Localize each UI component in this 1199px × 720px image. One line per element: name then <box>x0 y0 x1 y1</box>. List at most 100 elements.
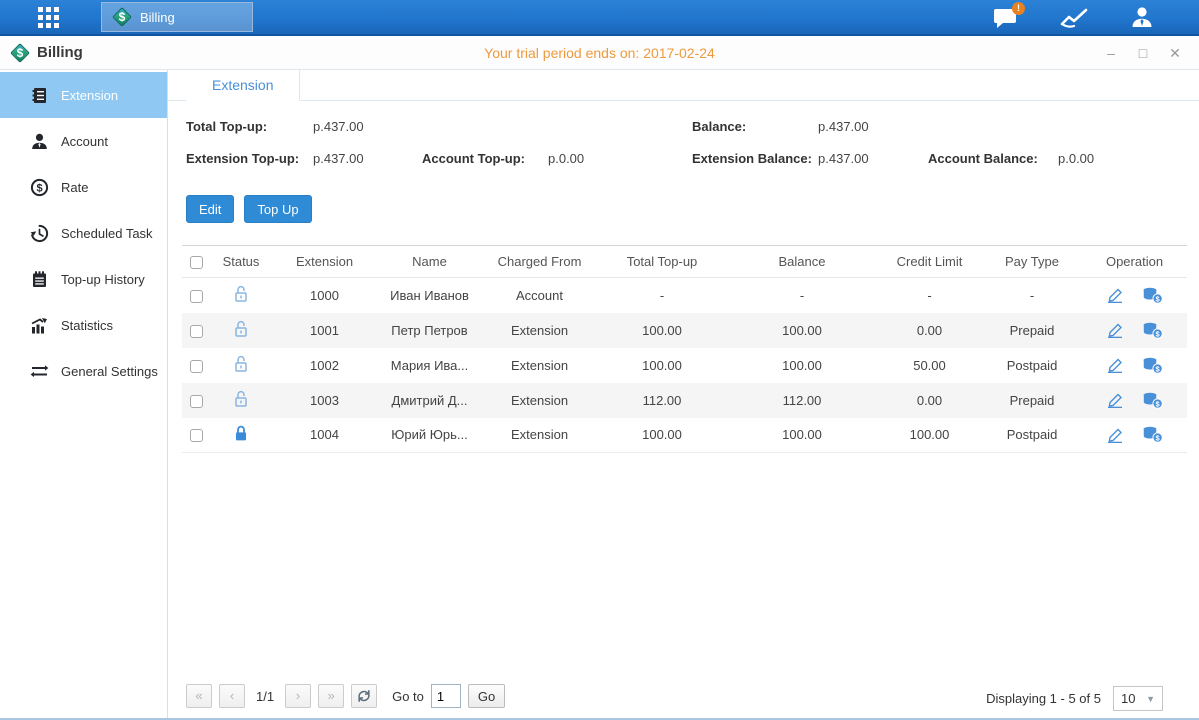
top-up-button[interactable]: Top Up <box>244 195 311 223</box>
cell-credit-limit: 0.00 <box>877 313 982 348</box>
edit-row-icon[interactable] <box>1106 287 1124 303</box>
sidebar-item-rate[interactable]: $ Rate <box>0 164 167 210</box>
row-checkbox[interactable] <box>190 395 203 408</box>
topup-history-notebook-icon <box>30 270 49 289</box>
cell-pay-type: Prepaid <box>982 313 1082 348</box>
cell-charged-from: Account <box>482 278 597 313</box>
svg-text:$: $ <box>36 182 42 194</box>
sidebar-item-extension[interactable]: Extension <box>0 72 167 118</box>
edit-row-icon[interactable] <box>1106 427 1124 443</box>
table-row: 1004 Юрий Юрь... Extension 100.00 100.00… <box>182 418 1187 453</box>
unlocked-status-icon[interactable] <box>233 355 249 373</box>
col-operation: Operation <box>1082 246 1187 278</box>
cell-charged-from: Extension <box>482 313 597 348</box>
cell-total-topup: 100.00 <box>597 313 727 348</box>
row-checkbox[interactable] <box>190 325 203 338</box>
select-all-checkbox[interactable] <box>190 256 203 269</box>
trial-period-notice: Your trial period ends on: 2017-02-24 <box>0 45 1199 61</box>
maximize-icon[interactable]: □ <box>1135 45 1151 61</box>
cell-credit-limit: - <box>877 278 982 313</box>
cell-name: Иван Иванов <box>377 278 482 313</box>
table-row: 1002 Мария Ива... Extension 100.00 100.0… <box>182 348 1187 383</box>
account-topup-stat: Account Top-up:p.0.00 <box>422 151 584 166</box>
tab-extension[interactable]: Extension <box>186 70 300 101</box>
page-title: Billing <box>37 44 83 61</box>
rate-dollar-icon: $ <box>30 178 49 197</box>
sidebar-item-topup-history[interactable]: Top-up History <box>0 256 167 302</box>
sidebar-item-scheduled-task[interactable]: Scheduled Task <box>0 210 167 256</box>
system-top-bar: $ Billing ! <box>0 0 1199 36</box>
taskbar-app-label: Billing <box>140 10 175 25</box>
locked-status-icon[interactable] <box>233 424 249 442</box>
table-row: 1001 Петр Петров Extension 100.00 100.00… <box>182 313 1187 348</box>
top-up-row-icon[interactable]: $ <box>1142 322 1163 339</box>
edit-button[interactable]: Edit <box>186 195 234 223</box>
cell-total-topup: 112.00 <box>597 383 727 418</box>
row-checkbox[interactable] <box>190 429 203 442</box>
reports-chart-icon[interactable] <box>1059 5 1089 31</box>
unlocked-status-icon[interactable] <box>233 390 249 408</box>
topbar-right-icons: ! <box>991 0 1157 36</box>
top-up-row-icon[interactable]: $ <box>1142 357 1163 374</box>
sidebar-item-statistics[interactable]: Statistics <box>0 302 167 348</box>
cell-charged-from: Extension <box>482 418 597 453</box>
row-checkbox[interactable] <box>190 290 203 303</box>
apps-grid-icon[interactable] <box>38 7 59 28</box>
cell-pay-type: - <box>982 278 1082 313</box>
cell-extension: 1002 <box>272 348 377 383</box>
page-size-select[interactable]: 10 ▼ <box>1113 686 1163 711</box>
go-button[interactable]: Go <box>468 684 505 708</box>
account-person-icon <box>30 132 49 151</box>
edit-row-icon[interactable] <box>1106 357 1124 373</box>
cell-balance: 100.00 <box>727 313 877 348</box>
cell-name: Юрий Юрь... <box>377 418 482 453</box>
cell-charged-from: Extension <box>482 348 597 383</box>
window-title: $ Billing <box>10 43 83 63</box>
last-page-button[interactable]: » <box>318 684 344 708</box>
cell-pay-type: Postpaid <box>982 418 1082 453</box>
row-checkbox[interactable] <box>190 360 203 373</box>
goto-page-input[interactable] <box>431 684 461 708</box>
cell-extension: 1004 <box>272 418 377 453</box>
sidebar-item-label: Scheduled Task <box>61 226 153 241</box>
account-balance-stat: Account Balance:p.0.00 <box>928 151 1094 166</box>
unlocked-status-icon[interactable] <box>233 285 249 303</box>
sidebar-item-account[interactable]: Account <box>0 118 167 164</box>
sidebar-item-label: General Settings <box>61 364 158 379</box>
prev-page-button[interactable]: ‹ <box>219 684 245 708</box>
cell-total-topup: 100.00 <box>597 418 727 453</box>
statistics-chart-icon <box>30 316 49 335</box>
refresh-button[interactable] <box>351 684 377 708</box>
taskbar-billing-app[interactable]: $ Billing <box>101 2 253 32</box>
messages-icon[interactable]: ! <box>991 5 1021 31</box>
col-charged-from: Charged From <box>482 246 597 278</box>
sidebar-item-label: Top-up History <box>61 272 145 287</box>
edit-row-icon[interactable] <box>1106 322 1124 338</box>
unlocked-status-icon[interactable] <box>233 320 249 338</box>
edit-row-icon[interactable] <box>1106 392 1124 408</box>
scheduled-task-clock-icon <box>30 224 49 243</box>
col-name: Name <box>377 246 482 278</box>
sidebar-item-general-settings[interactable]: General Settings <box>0 348 167 394</box>
user-account-icon[interactable] <box>1127 5 1157 31</box>
cell-name: Дмитрий Д... <box>377 383 482 418</box>
extension-balance-stat: Extension Balance:p.437.00 <box>692 151 869 166</box>
col-pay-type: Pay Type <box>982 246 1082 278</box>
close-icon[interactable]: ✕ <box>1167 45 1183 61</box>
notification-badge: ! <box>1012 2 1025 15</box>
first-page-button[interactable]: « <box>186 684 212 708</box>
cell-name: Петр Петров <box>377 313 482 348</box>
minimize-icon[interactable]: – <box>1103 45 1119 61</box>
top-up-row-icon[interactable]: $ <box>1142 392 1163 409</box>
cell-pay-type: Postpaid <box>982 348 1082 383</box>
cell-extension: 1001 <box>272 313 377 348</box>
tab-bar: Extension <box>168 70 1199 101</box>
top-up-row-icon[interactable]: $ <box>1142 287 1163 304</box>
page-indicator: 1/1 <box>252 689 278 704</box>
chevron-down-icon: ▼ <box>1146 694 1155 704</box>
cell-balance: - <box>727 278 877 313</box>
next-page-button[interactable]: › <box>285 684 311 708</box>
balance-stat: Balance:p.437.00 <box>692 119 869 134</box>
page-size-value: 10 <box>1121 691 1135 706</box>
top-up-row-icon[interactable]: $ <box>1142 426 1163 443</box>
